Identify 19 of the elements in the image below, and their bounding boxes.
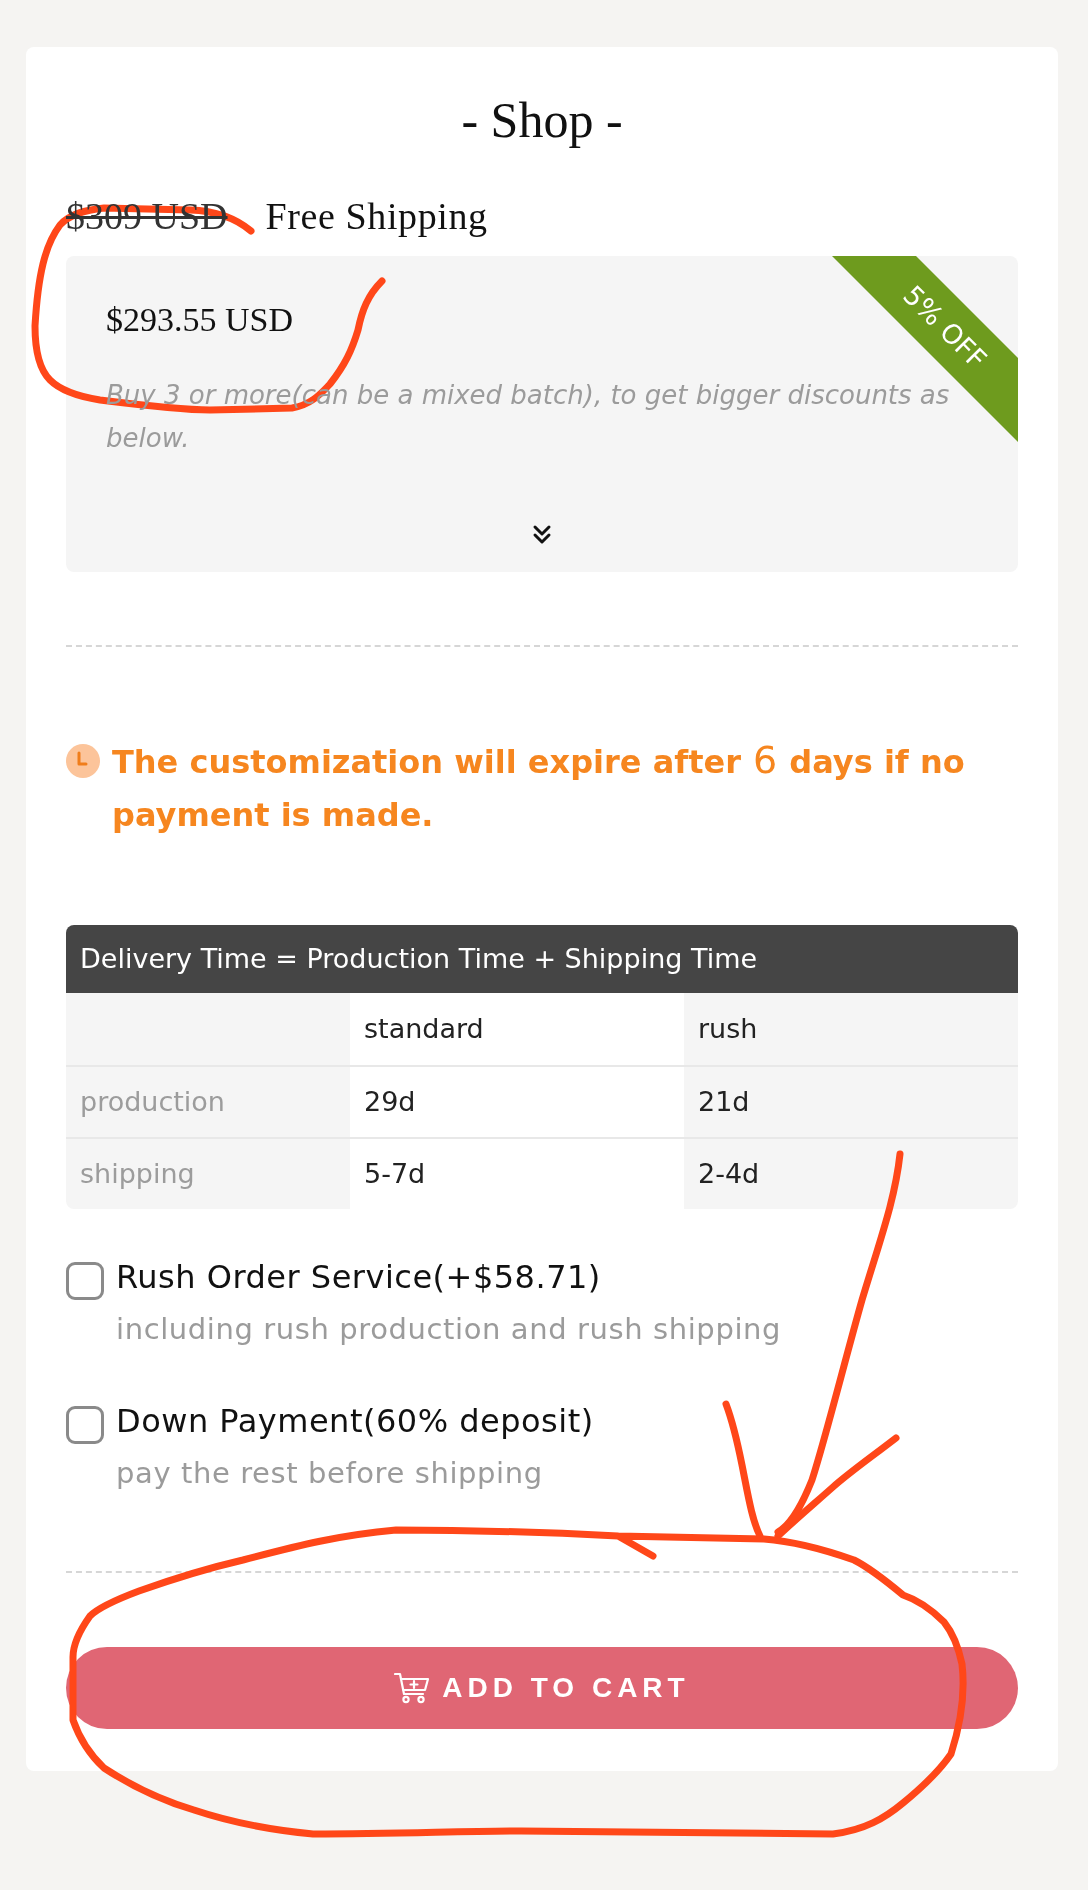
row-label: shipping — [66, 1137, 350, 1209]
checkbox[interactable] — [66, 1262, 104, 1300]
table-cell: 2-4d — [684, 1137, 1018, 1209]
cart-plus-icon — [394, 1672, 431, 1704]
shipping-note: Free Shipping — [265, 194, 488, 239]
row-label: production — [66, 1065, 350, 1137]
option-description: including rush production and rush shipping — [116, 1311, 782, 1348]
clock-icon — [66, 744, 100, 778]
discount-price: $293.55 USD — [106, 300, 294, 340]
table-cell: 21d — [684, 1065, 1018, 1137]
option-description: pay the rest before shipping — [116, 1455, 543, 1492]
option-label[interactable]: Down Payment(60% deposit) — [116, 1399, 594, 1443]
shop-title: - Shop - — [460, 91, 624, 150]
option-label[interactable]: Rush Order Service(+$58.71) — [116, 1255, 601, 1299]
expiry-notice: The customization will expire after 6 days if no payment is made. — [112, 737, 966, 836]
table-title: Delivery Time = Production Time + Shipping Time — [66, 925, 1018, 993]
column-header: rush — [684, 993, 1018, 1065]
double-chevron-down-icon[interactable] — [532, 524, 552, 546]
checkbox[interactable] — [66, 1406, 104, 1444]
